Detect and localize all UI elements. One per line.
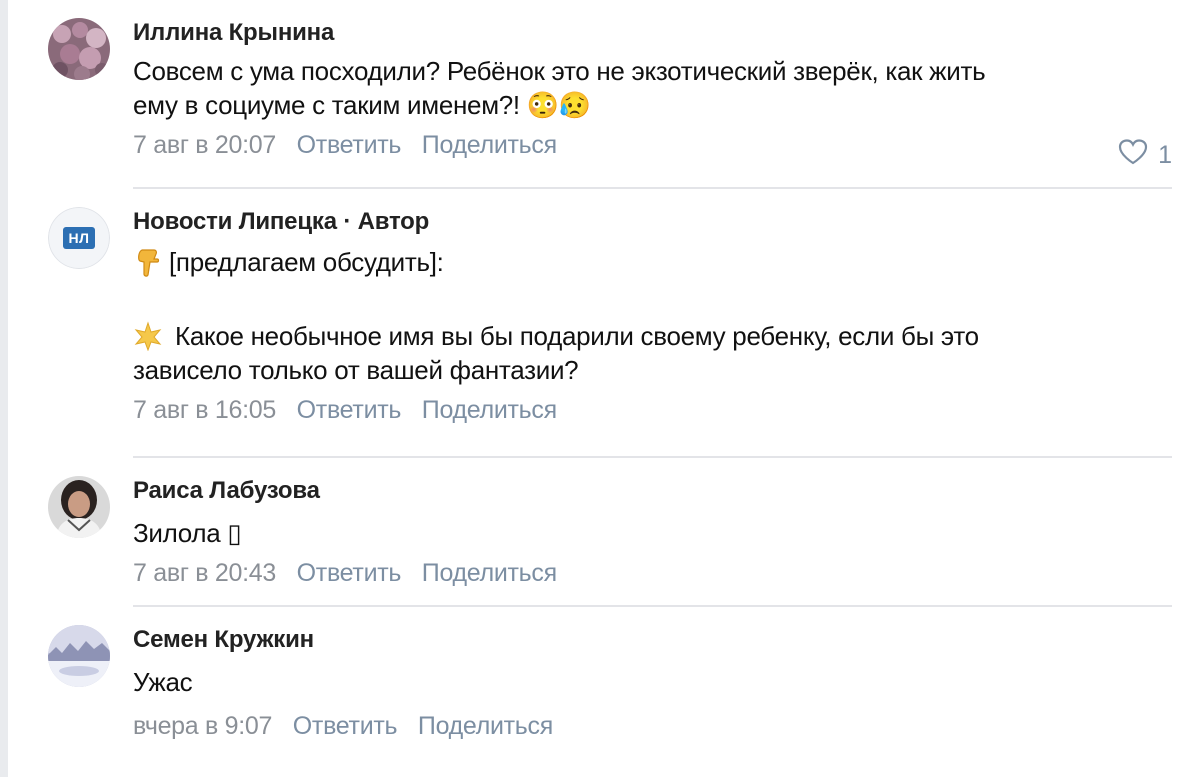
logo-text: НЛ <box>62 227 96 249</box>
comment-text: Ужас <box>133 665 1172 699</box>
comment: Раиса Лабузова Зилола ▯ 7 авг в 20:43 От… <box>48 476 1172 596</box>
comment-text-line: Зилола ▯ <box>133 518 242 548</box>
comment-date[interactable]: 7 авг в 20:07 <box>133 131 276 159</box>
comment-meta: 7 авг в 16:05 Ответить Поделиться <box>133 395 1172 425</box>
news-logo: НЛ <box>48 207 110 269</box>
share-button[interactable]: Поделиться <box>422 131 557 159</box>
comment-meta: 7 авг в 20:43 Ответить Поделиться <box>133 558 1172 588</box>
page-edge <box>0 0 8 777</box>
divider <box>133 456 1172 458</box>
comment-meta: вчера в 9:07 Ответить Поделиться <box>133 711 1172 741</box>
reply-button[interactable]: Ответить <box>297 559 402 587</box>
avatar[interactable] <box>48 625 110 687</box>
comment-author[interactable]: Раиса Лабузова <box>133 476 1172 506</box>
divider <box>133 187 1172 189</box>
comment-text-segment: [предлагаем обсудить]: <box>169 247 444 277</box>
comment-author[interactable]: Семен Кружкин <box>133 625 1172 655</box>
comment: НЛ Новости Липецка · Автор [предлагаем о… <box>48 207 1172 447</box>
reply-button[interactable]: Ответить <box>297 131 402 159</box>
comment-text-line: Ужас <box>133 667 193 697</box>
comment: Семен Кружкин Ужас вчера в 9:07 Ответить… <box>48 625 1172 755</box>
comment-text: Совсем с ума посходили? Ребёнок это не э… <box>133 54 1172 122</box>
avatar[interactable] <box>48 476 110 538</box>
comment-text-line: [предлагаем обсудить]: <box>133 245 1172 279</box>
comment-date[interactable]: вчера в 9:07 <box>133 712 272 740</box>
comment-text: Зилола ▯ <box>133 516 1172 550</box>
share-button[interactable]: Поделиться <box>422 396 557 424</box>
point-down-icon <box>133 247 163 277</box>
comment-text-line: Совсем с ума посходили? Ребёнок это не э… <box>133 56 986 86</box>
comment-text-line <box>133 279 1172 313</box>
comment: Иллина Крынина Совсем с ума посходили? Р… <box>48 18 1172 178</box>
comment-text-segment: Какое необычное имя вы бы подарили своем… <box>175 321 979 351</box>
comment-author[interactable]: Новости Липецка · Автор <box>133 207 1172 237</box>
comment-text: [предлагаем обсудить]: Какое необычное и… <box>133 245 1172 387</box>
share-button[interactable]: Поделиться <box>418 712 553 740</box>
like-button[interactable]: 1 <box>1118 139 1172 172</box>
divider <box>133 605 1172 607</box>
comment-date[interactable]: 7 авг в 20:43 <box>133 559 276 587</box>
comment-text-line: ему в социуме с таким именем?! 😳😥 <box>133 90 591 120</box>
comment-meta: 7 авг в 20:07 Ответить Поделиться <box>133 130 1172 160</box>
heart-icon <box>1118 139 1148 172</box>
comment-date[interactable]: 7 авг в 16:05 <box>133 396 276 424</box>
avatar[interactable] <box>48 18 110 80</box>
like-count: 1 <box>1158 141 1172 169</box>
reply-button[interactable]: Ответить <box>297 396 402 424</box>
reply-button[interactable]: Ответить <box>293 712 398 740</box>
sparkle-icon <box>133 321 163 352</box>
comment-author[interactable]: Иллина Крынина <box>133 18 1172 48</box>
avatar[interactable]: НЛ <box>48 207 110 269</box>
comment-text-line: Какое необычное имя вы бы подарили своем… <box>133 319 1172 353</box>
share-button[interactable]: Поделиться <box>422 559 557 587</box>
comment-text-line: зависело только от вашей фантазии? <box>133 355 579 385</box>
